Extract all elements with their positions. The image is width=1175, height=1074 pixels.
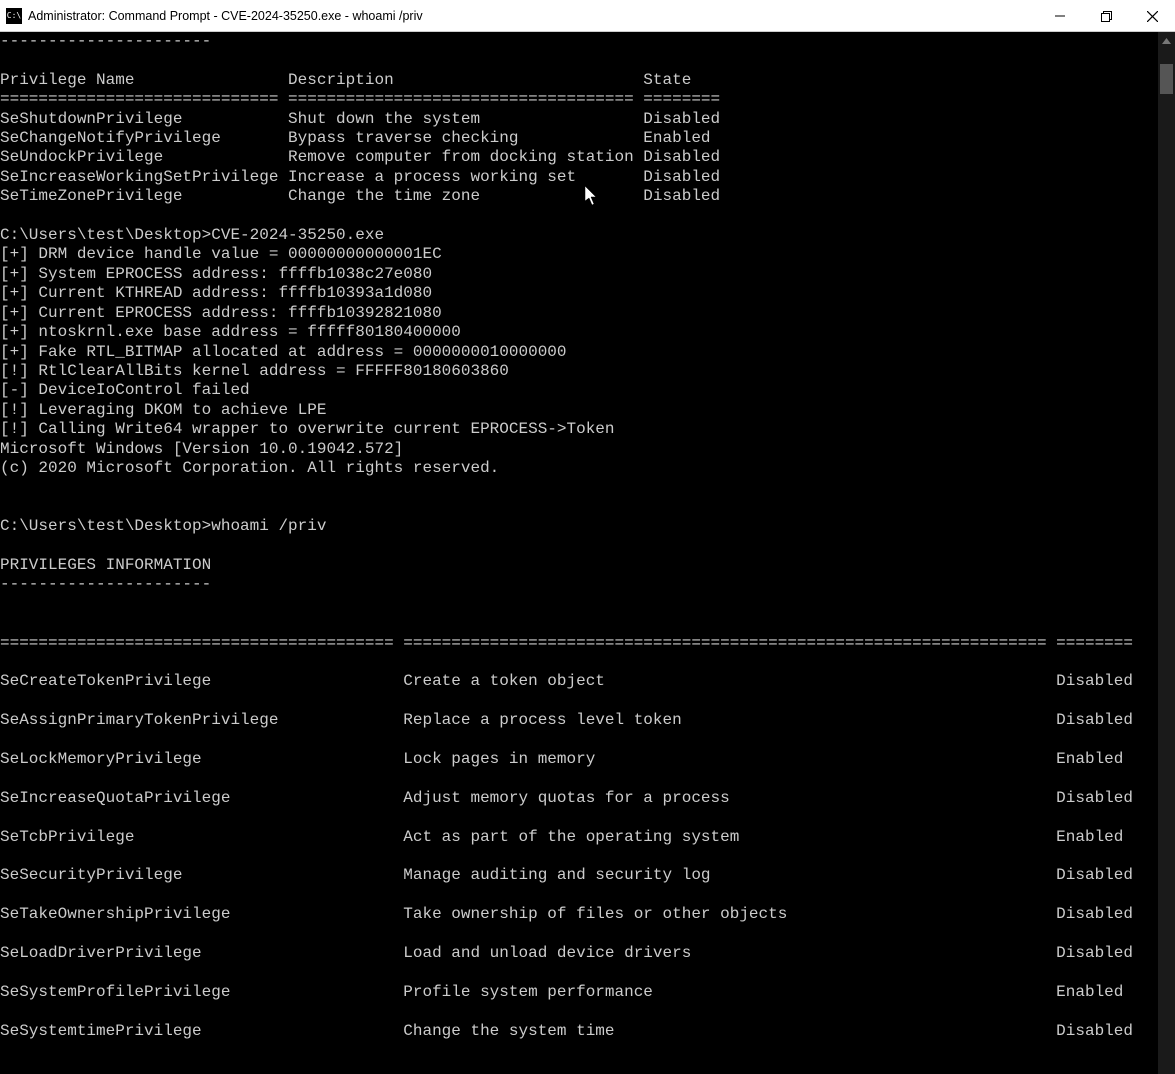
terminal-area[interactable]: ---------------------- Privilege Name De… xyxy=(0,32,1175,1074)
terminal-output: ---------------------- Privilege Name De… xyxy=(0,32,1158,1041)
vertical-scrollbar[interactable] xyxy=(1158,32,1175,1074)
terminal-content[interactable]: ---------------------- Privilege Name De… xyxy=(0,32,1158,1074)
maximize-button[interactable] xyxy=(1083,0,1129,32)
close-button[interactable] xyxy=(1129,0,1175,32)
scroll-up-arrow-icon[interactable] xyxy=(1158,32,1175,49)
cmd-icon: C:\ xyxy=(6,8,22,24)
window-title: Administrator: Command Prompt - CVE-2024… xyxy=(28,9,1037,23)
window-controls xyxy=(1037,0,1175,31)
window-titlebar[interactable]: C:\ Administrator: Command Prompt - CVE-… xyxy=(0,0,1175,32)
minimize-button[interactable] xyxy=(1037,0,1083,32)
scrollbar-thumb[interactable] xyxy=(1160,64,1173,94)
